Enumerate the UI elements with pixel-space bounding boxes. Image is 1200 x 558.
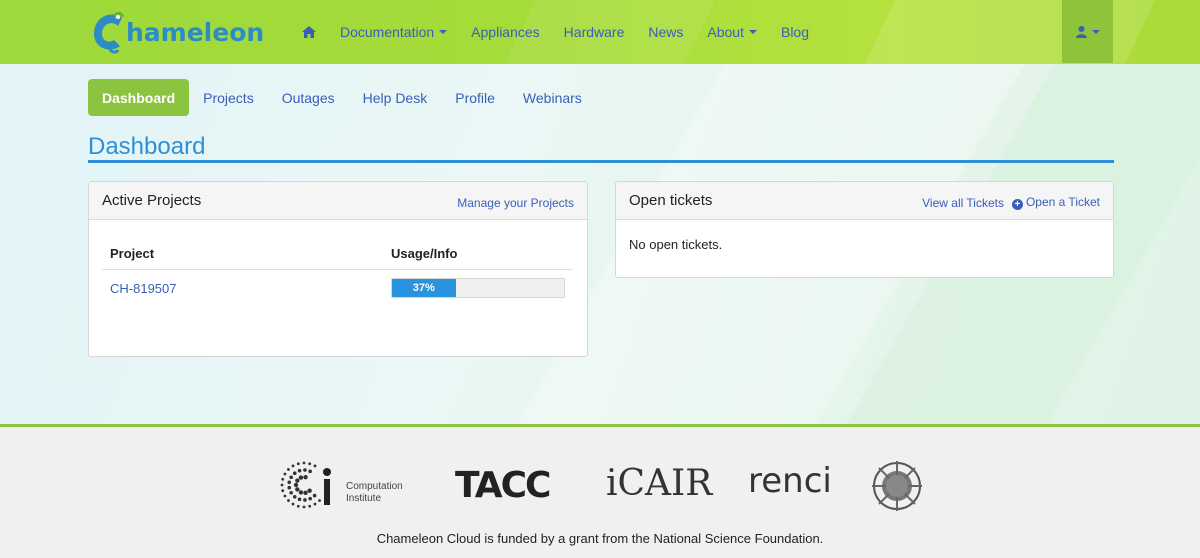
subnav-help-desk-label: Help Desk	[362, 89, 428, 106]
nav-hardware-label: Hardware	[563, 24, 625, 40]
project-cell: CH-819507	[102, 281, 391, 296]
chameleon-logo[interactable]: hameleon	[88, 8, 268, 56]
active-projects-title: Active Projects	[102, 192, 202, 209]
nav-appliances-label: Appliances	[471, 24, 540, 40]
icair-logo[interactable]: iCAIR	[606, 463, 712, 504]
top-navbar: hameleon Documentation Appliances Hardwa…	[0, 0, 1200, 64]
nsf-seal-icon	[872, 461, 922, 511]
subnav-dashboard[interactable]: Dashboard	[88, 79, 190, 116]
open-tickets-header: Open tickets View all Tickets + Open a Ti…	[616, 182, 1113, 220]
subnav-projects[interactable]: Projects	[189, 79, 268, 116]
nav-news-label: News	[648, 24, 684, 40]
chevron-down-icon	[439, 30, 448, 34]
nav-blog[interactable]: Blog	[769, 0, 821, 64]
subnav-webinars-label: Webinars	[522, 89, 582, 106]
nav-about[interactable]: About	[695, 0, 769, 64]
no-tickets-message: No open tickets.	[629, 237, 723, 252]
ci-text-line1: Computation	[346, 481, 403, 492]
usage-progress-fill: 37%	[392, 279, 456, 297]
renci-logo[interactable]: renci	[748, 461, 832, 501]
open-ticket-link[interactable]: + Open a Ticket	[1011, 195, 1100, 210]
subnav-profile[interactable]: Profile	[441, 79, 509, 116]
user-menu-button[interactable]	[1062, 0, 1113, 63]
subnav-outages-label: Outages	[281, 89, 335, 106]
tacc-logo[interactable]: TACC	[455, 465, 551, 506]
view-all-tickets-link[interactable]: View all Tickets	[922, 196, 1004, 210]
projects-table: Project Usage/Info CH-819507 37%	[102, 238, 572, 306]
subnav-help-desk[interactable]: Help Desk	[349, 79, 442, 116]
brand-name: hameleon	[126, 18, 265, 47]
subnav-projects-label: Projects	[203, 89, 254, 106]
nav-news[interactable]: News	[636, 0, 695, 64]
plus-circle-icon: +	[1011, 199, 1023, 210]
computation-institute-text: Computation Institute	[346, 481, 403, 505]
open-ticket-label: Open a Ticket	[1025, 195, 1100, 209]
nav-documentation[interactable]: Documentation	[328, 0, 459, 64]
nav-hardware[interactable]: Hardware	[552, 0, 637, 64]
nsf-logo[interactable]	[872, 461, 922, 511]
funding-statement: Chameleon Cloud is funded by a grant fro…	[376, 531, 824, 546]
page-title: Dashboard	[88, 133, 206, 160]
manage-projects-link[interactable]: Manage your Projects	[457, 196, 574, 210]
nav-home[interactable]	[290, 0, 328, 64]
subnav-webinars[interactable]: Webinars	[509, 79, 596, 116]
subnav-outages[interactable]: Outages	[268, 79, 349, 116]
computation-institute-icon	[280, 461, 331, 509]
table-row: CH-819507 37%	[102, 270, 572, 306]
ci-text-line2: Institute	[346, 493, 382, 504]
nav-blog-label: Blog	[780, 24, 810, 40]
dashboard-subnav: Dashboard Projects Outages Help Desk Pro…	[88, 79, 596, 116]
active-projects-panel: Active Projects Manage your Projects Pro…	[88, 181, 588, 357]
column-header-usage: Usage/Info	[391, 246, 458, 261]
open-tickets-panel: Open tickets View all Tickets + Open a Ti…	[615, 181, 1114, 278]
footer: Computation Institute TACC iCAIR renci C…	[0, 427, 1200, 558]
computation-institute-logo[interactable]: Computation Institute	[280, 457, 420, 517]
nav-about-label: About	[707, 24, 744, 40]
column-header-project: Project	[110, 246, 155, 261]
partner-logos: Computation Institute TACC iCAIR renci	[0, 455, 1200, 521]
nav-documentation-label: Documentation	[340, 24, 435, 40]
usage-cell: 37%	[391, 278, 572, 298]
project-link[interactable]: CH-819507	[110, 281, 177, 296]
nav-appliances[interactable]: Appliances	[459, 0, 552, 64]
active-projects-header: Active Projects Manage your Projects	[89, 182, 587, 220]
ticket-links: View all Tickets + Open a Ticket	[922, 195, 1100, 210]
usage-progress-bar: 37%	[391, 278, 565, 298]
title-divider	[88, 160, 1114, 163]
chevron-down-icon	[1091, 29, 1100, 34]
user-icon	[1075, 25, 1087, 38]
subnav-dashboard-label: Dashboard	[102, 89, 176, 106]
subnav-profile-label: Profile	[455, 89, 495, 106]
chevron-down-icon	[748, 30, 757, 34]
home-icon	[302, 26, 316, 38]
open-tickets-title: Open tickets	[629, 192, 713, 209]
main-nav: Documentation Appliances Hardware News A…	[290, 0, 821, 64]
projects-table-header: Project Usage/Info	[102, 238, 572, 270]
